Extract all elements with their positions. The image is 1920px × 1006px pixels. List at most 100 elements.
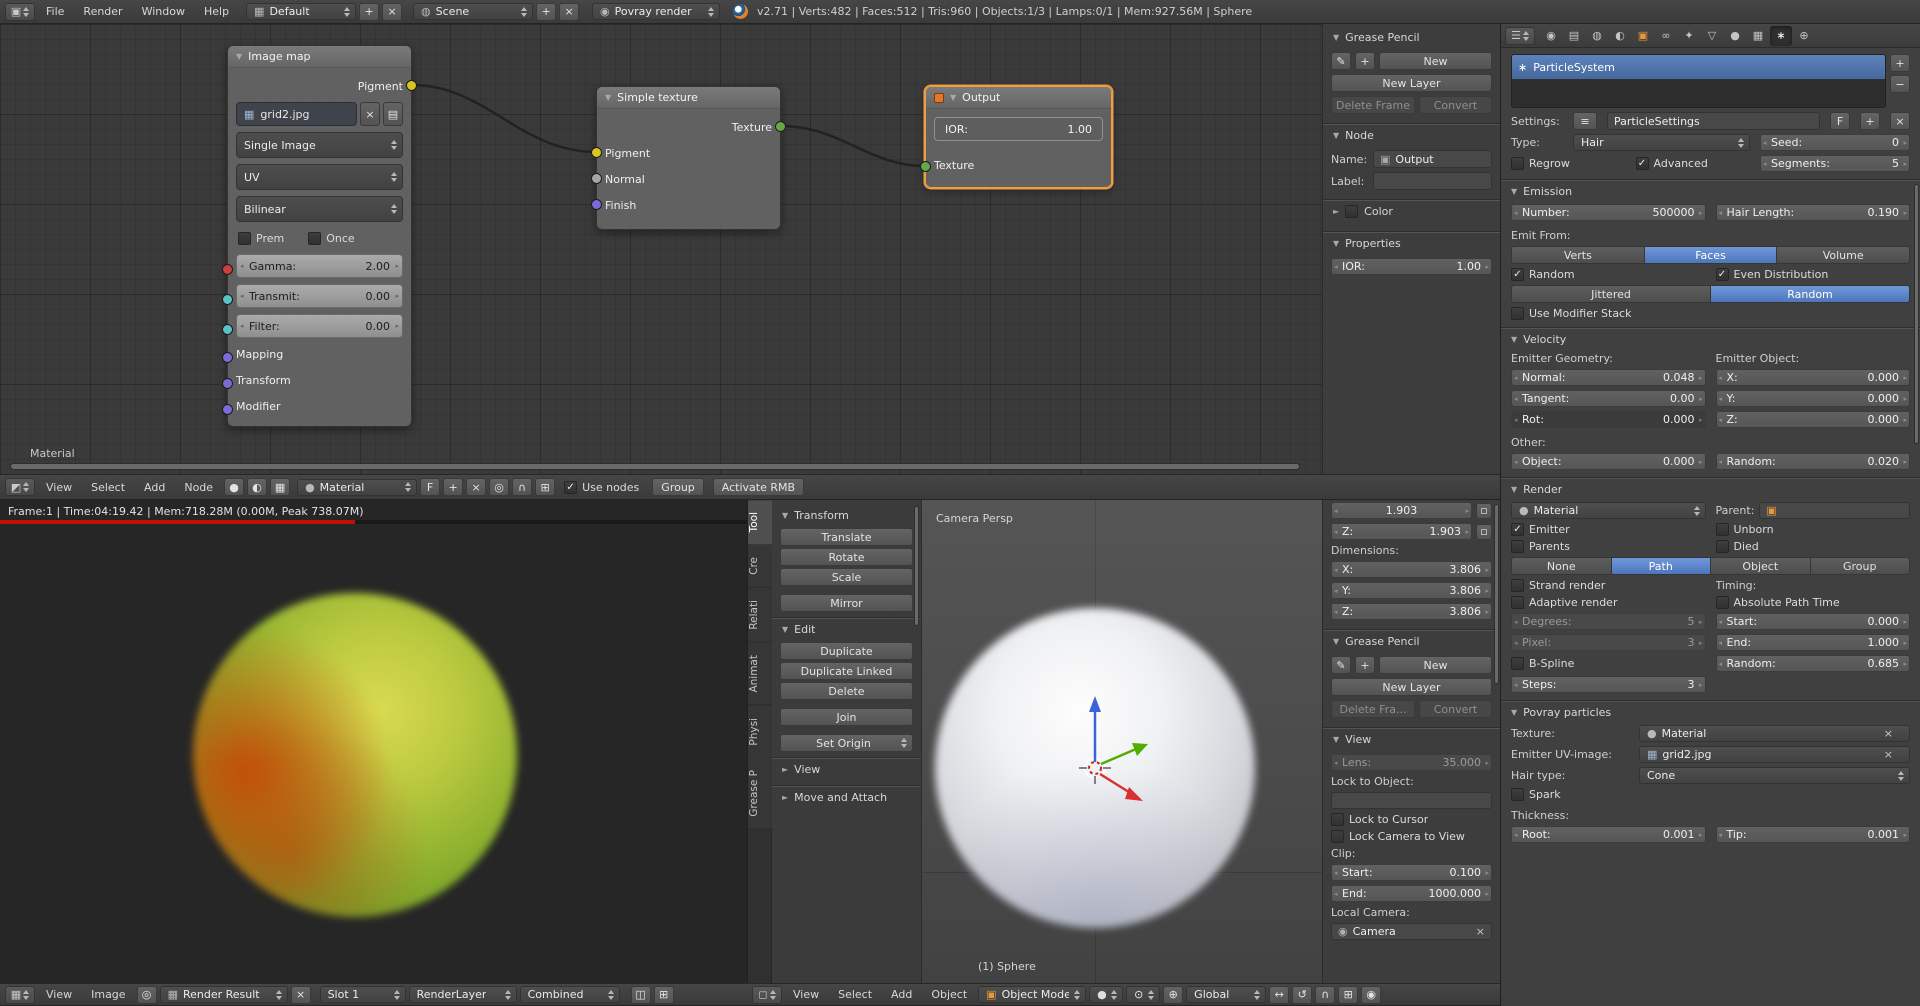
path-end-field[interactable]: End:1.000 <box>1716 634 1911 651</box>
orientation-dropdown[interactable]: Global <box>1186 986 1266 1003</box>
screen-layout-dropdown[interactable]: ▦ Default <box>246 3 356 20</box>
particle-system-list[interactable]: ∗ ParticleSystem <box>1511 54 1886 108</box>
snap-element-icon[interactable]: ⊞ <box>535 478 555 496</box>
snap-magnet-icon[interactable]: ∩ <box>512 478 532 496</box>
menu-help[interactable]: Help <box>196 0 237 23</box>
random-distribution-button[interactable]: Random <box>1711 285 1910 303</box>
editor-type-properties[interactable]: ☰ <box>1505 27 1535 45</box>
dimension-z-field[interactable]: Z:3.806 <box>1331 603 1492 620</box>
delete-frame-button[interactable]: Delete Frame <box>1331 96 1415 114</box>
collapse-icon[interactable]: ▼ <box>950 93 956 102</box>
group-button[interactable]: Group <box>652 478 704 496</box>
tab-texture[interactable]: ▦ <box>1747 26 1769 46</box>
set-origin-button[interactable]: Set Origin <box>780 734 913 752</box>
adaptive-render-checkbox[interactable]: Adaptive render <box>1511 596 1706 609</box>
toolshelf-scrollbar[interactable] <box>914 506 919 626</box>
render-material-dropdown[interactable]: ●Material <box>1511 502 1706 519</box>
seed-field[interactable]: Seed:0 <box>1760 134 1910 151</box>
horizontal-scrollbar[interactable] <box>10 463 1300 470</box>
local-camera-field[interactable]: ◉ Camera × <box>1331 923 1492 940</box>
menu-window[interactable]: Window <box>134 0 193 23</box>
lock-to-cursor-checkbox[interactable]: Lock to Cursor <box>1331 813 1428 826</box>
remove-particle-system-button[interactable]: − <box>1890 75 1910 93</box>
menu-view[interactable]: View <box>38 984 80 1005</box>
grease-pencil-panel-header[interactable]: ▼Grease Pencil <box>1323 26 1500 48</box>
draw-pencil-button[interactable]: ✎ <box>1331 52 1351 70</box>
delete-frame-button[interactable]: Delete Fra... <box>1331 700 1415 718</box>
editor-type-image[interactable]: ▦ <box>5 986 35 1004</box>
emit-from-verts-button[interactable]: Verts <box>1511 246 1645 264</box>
menu-file[interactable]: File <box>38 0 72 23</box>
tab-create[interactable]: Cre <box>748 545 772 588</box>
finish-input-socket[interactable] <box>591 199 602 210</box>
fake-user-button[interactable]: F <box>1830 112 1850 130</box>
even-distribution-checkbox[interactable]: ✓Even Distribution <box>1716 268 1911 281</box>
jittered-button[interactable]: Jittered <box>1511 285 1711 303</box>
pigment-output-socket[interactable] <box>406 80 417 91</box>
texture-output-socket[interactable] <box>775 121 786 132</box>
dimension-x-field[interactable]: X:3.806 <box>1331 561 1492 578</box>
unlink-camera-icon[interactable]: × <box>1476 925 1485 938</box>
tab-scene[interactable]: ◍ <box>1586 26 1608 46</box>
new-gp-button[interactable]: New <box>1379 656 1492 674</box>
tab-world[interactable]: ◐ <box>1609 26 1631 46</box>
parents-checkbox[interactable]: Parents <box>1511 540 1706 553</box>
menu-add[interactable]: Add <box>883 984 920 1005</box>
mode-dropdown[interactable]: ▣ Object Mode <box>978 986 1086 1003</box>
povray-particles-panel-header[interactable]: ▼Povray particles <box>1501 701 1920 723</box>
lens-field[interactable]: Lens:35.000 <box>1331 754 1492 771</box>
tab-modifiers[interactable]: ✦ <box>1678 26 1700 46</box>
filter-input-socket[interactable] <box>222 324 233 335</box>
thickness-root-field[interactable]: Root:0.001 <box>1511 826 1706 843</box>
activate-rmb-button[interactable]: Activate RMB <box>713 478 804 496</box>
filter-field[interactable]: Filter:0.00 <box>236 314 403 338</box>
render-preview-icon[interactable]: ◉ <box>1361 986 1381 1004</box>
delete-scene-button[interactable]: × <box>559 3 579 21</box>
tab-animation[interactable]: Animat <box>748 643 772 706</box>
thickness-tip-field[interactable]: Tip:0.001 <box>1716 826 1911 843</box>
convert-button[interactable]: Convert <box>1419 700 1492 718</box>
convert-button[interactable]: Convert <box>1419 96 1492 114</box>
rotate-button[interactable]: Rotate <box>780 548 913 566</box>
unlink-image-button[interactable]: × <box>291 986 311 1004</box>
pin-icon[interactable]: ◎ <box>137 986 157 1004</box>
velocity-y-field[interactable]: Y:0.000 <box>1716 390 1911 407</box>
transmit-field[interactable]: Transmit:0.00 <box>236 284 403 308</box>
velocity-z-field[interactable]: Z:0.000 <box>1716 411 1911 428</box>
editor-type-node[interactable]: ◩ <box>5 478 35 496</box>
pigment-input-socket[interactable] <box>591 147 602 158</box>
menu-view[interactable]: View <box>38 475 80 499</box>
duplicate-linked-button[interactable]: Duplicate Linked <box>780 662 913 680</box>
prem-checkbox[interactable]: Prem <box>238 232 284 245</box>
steps-field[interactable]: Steps:3 <box>1511 676 1706 693</box>
display-channels-icon[interactable]: ◫ <box>631 986 651 1004</box>
render-path-button[interactable]: Path <box>1612 557 1712 575</box>
transform-panel-header[interactable]: ▼Transform <box>772 504 921 526</box>
velocity-x-field[interactable]: X:0.000 <box>1716 369 1911 386</box>
tab-render[interactable]: ◉ <box>1540 26 1562 46</box>
number-field[interactable]: Number:500000 <box>1511 204 1706 221</box>
use-nodes-checkbox[interactable]: ✓Use nodes <box>564 481 639 494</box>
node-image-map[interactable]: ▼ Image map Pigment ▦ grid2.jpg × ▤ Sing… <box>227 45 412 427</box>
pivot-dropdown[interactable]: ⊙ <box>1126 986 1160 1003</box>
npanel-scrollbar[interactable] <box>1494 504 1499 684</box>
transmit-input-socket[interactable] <box>222 294 233 305</box>
menu-view[interactable]: View <box>785 984 827 1005</box>
slot-dropdown[interactable]: Slot 1 <box>320 986 406 1003</box>
editor-type-3dview[interactable]: ◻ <box>752 986 782 1004</box>
advanced-checkbox[interactable]: ✓Advanced <box>1636 157 1751 170</box>
tab-constraints[interactable]: ∞ <box>1655 26 1677 46</box>
gamma-input-socket[interactable] <box>222 264 233 275</box>
once-checkbox[interactable]: Once <box>308 232 354 245</box>
new-layer-button[interactable]: New Layer <box>1331 74 1492 92</box>
image-source-dropdown[interactable]: Single Image <box>236 132 403 158</box>
died-checkbox[interactable]: Died <box>1716 540 1911 553</box>
add-settings-button[interactable]: + <box>1860 112 1880 130</box>
render-pass-dropdown[interactable]: Combined <box>520 986 620 1003</box>
tab-particles[interactable]: ∗ <box>1770 26 1792 46</box>
view-panel-header[interactable]: ▼View <box>1323 728 1500 750</box>
scopes-icon[interactable]: ⊞ <box>654 986 674 1004</box>
scale-z-field[interactable]: Z:1.903 <box>1331 523 1472 540</box>
interpolation-dropdown[interactable]: Bilinear <box>236 196 403 222</box>
path-start-field[interactable]: Start:0.000 <box>1716 613 1911 630</box>
